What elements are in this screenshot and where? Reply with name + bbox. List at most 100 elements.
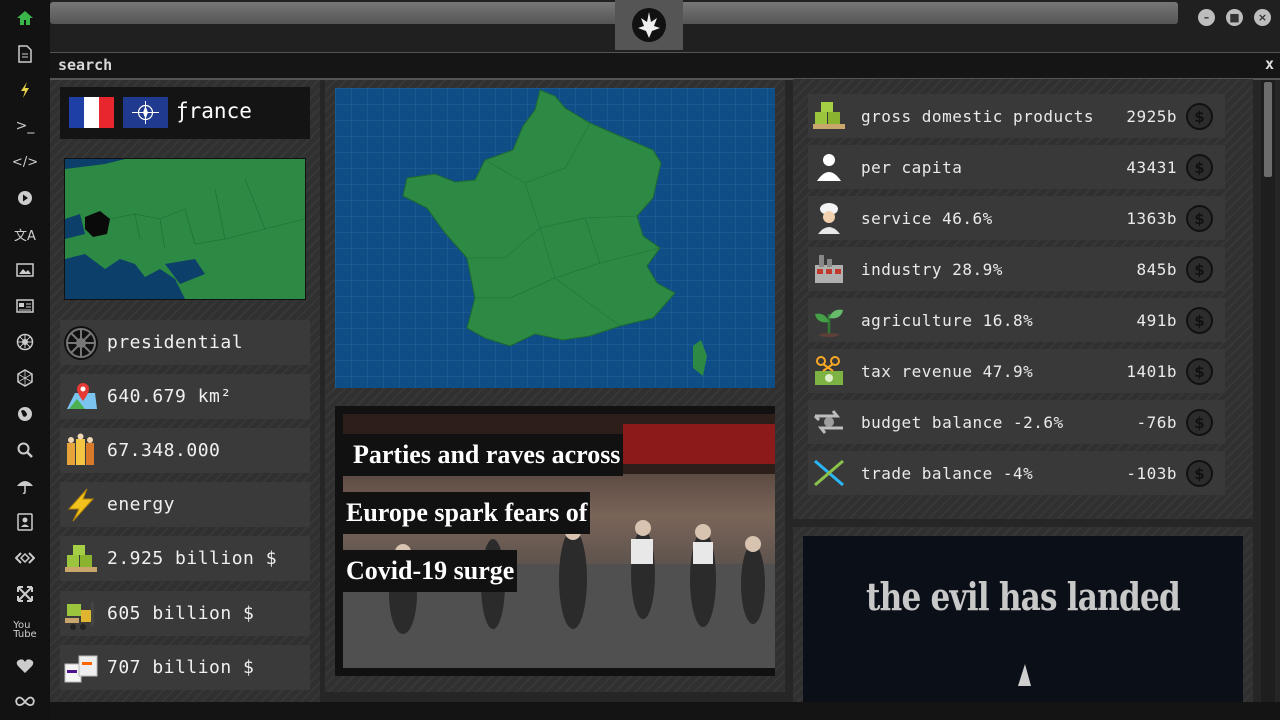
rebel-alliance-logo — [615, 0, 683, 50]
econ-label: budget balance -2.6% — [861, 413, 1064, 432]
play-icon[interactable] — [13, 186, 37, 210]
econ-label: industry 28.9% — [861, 260, 1003, 279]
econ-value: 491b — [1136, 311, 1177, 330]
econ-value: 1401b — [1126, 362, 1177, 381]
empire-icon[interactable] — [13, 330, 37, 354]
econ-value: 845b — [1136, 260, 1177, 279]
econ-label: per capita — [861, 158, 963, 177]
newspaper-icon[interactable] — [13, 294, 37, 318]
headline-line-1: Parties and raves across — [343, 434, 624, 476]
search-bar[interactable]: search x — [50, 52, 1280, 80]
map-pin-icon — [67, 383, 97, 409]
energy-stat: energy — [60, 482, 310, 527]
econ-label: agriculture 16.8% — [861, 311, 1034, 330]
news-photo: Parties and raves across Europe spark fe… — [343, 414, 775, 668]
population-icon — [67, 433, 94, 465]
economy-panel: gross domestic products 2925b $ per capi… — [793, 79, 1253, 519]
dollar-icon[interactable]: $ — [1186, 103, 1213, 130]
energy-label: energy — [107, 494, 176, 515]
econ-value: 1363b — [1126, 209, 1177, 228]
france-flag-icon — [69, 97, 114, 128]
government-type: presidential — [107, 332, 244, 353]
import-value: 707 billion $ — [107, 657, 255, 678]
maximize-button[interactable]: ■ — [1226, 9, 1243, 26]
dollar-icon[interactable]: $ — [1186, 358, 1213, 385]
econ-label: service 46.6% — [861, 209, 993, 228]
person-icon — [817, 154, 841, 181]
econ-row-gdp: gross domestic products 2925b $ — [808, 94, 1225, 138]
image-icon[interactable] — [13, 258, 37, 282]
econ-label: tax revenue 47.9% — [861, 362, 1034, 381]
econ-row-tax: tax revenue 47.9% 1401b $ — [808, 349, 1225, 393]
econ-row-trade: trade balance -4% -103b $ — [808, 451, 1225, 495]
balance-arrows-icon — [813, 410, 843, 434]
dollar-icon[interactable]: $ — [1186, 409, 1213, 436]
econ-value: 43431 — [1126, 158, 1177, 177]
scrollbar[interactable] — [1261, 80, 1275, 720]
close-button[interactable]: × — [1254, 9, 1271, 26]
econ-row-agriculture: agriculture 16.8% 491b $ — [808, 298, 1225, 342]
lightning-icon[interactable] — [13, 78, 37, 102]
search-label: search — [58, 56, 113, 74]
country-map[interactable] — [335, 88, 775, 388]
home-icon[interactable] — [13, 6, 37, 30]
econ-row-budget: budget balance -2.6% -76b $ — [808, 400, 1225, 444]
terminal-icon[interactable]: >_ — [13, 114, 37, 138]
country-header: ƒrance — [60, 87, 310, 139]
infinity-icon[interactable] — [13, 690, 37, 714]
export-stat: 605 billion $ — [60, 591, 310, 636]
europe-minimap[interactable] — [64, 158, 306, 300]
scrollbar-thumb[interactable] — [1264, 82, 1272, 177]
expand-icon[interactable] — [13, 582, 37, 606]
document-icon[interactable] — [13, 42, 37, 66]
dollar-icon[interactable]: $ — [1186, 460, 1213, 487]
hexagon-icon[interactable] — [13, 366, 37, 390]
gdp-stat: 2.925 billion $ — [60, 536, 310, 581]
status-bar — [50, 702, 1280, 720]
translate-icon[interactable]: 文A — [13, 222, 37, 246]
lightning-icon — [67, 488, 95, 522]
headline-line-3: Covid-19 surge — [343, 550, 518, 592]
minimize-button[interactable]: – — [1198, 9, 1215, 26]
dollar-icon[interactable]: $ — [1186, 256, 1213, 283]
dollar-icon[interactable]: $ — [1186, 154, 1213, 181]
econ-row-service: service 46.6% 1363b $ — [808, 196, 1225, 240]
globe-icon[interactable] — [13, 402, 37, 426]
diamond-code-icon[interactable] — [13, 546, 37, 570]
gdp-pallet-icon — [65, 545, 97, 572]
dollar-icon[interactable]: $ — [1186, 307, 1213, 334]
forklift-icon — [65, 602, 94, 630]
headline-line-2: Europe spark fears of — [343, 492, 591, 534]
econ-value: -103b — [1126, 464, 1177, 483]
population-stat: 67.348.000 — [60, 428, 310, 473]
factory-icon — [815, 255, 843, 283]
umbrella-icon[interactable] — [13, 474, 37, 498]
trade-cross-icon — [814, 459, 844, 487]
gdp-value: 2.925 billion $ — [107, 548, 278, 569]
econ-value: -76b — [1136, 413, 1177, 432]
econ-row-per-capita: per capita 43431 $ — [808, 145, 1225, 189]
promo-banner[interactable]: the evil has landed — [803, 536, 1243, 720]
heart-icon[interactable] — [13, 654, 37, 678]
population-value: 67.348.000 — [107, 440, 221, 461]
country-name: ƒrance — [176, 99, 252, 123]
plant-icon — [815, 309, 843, 337]
contact-card-icon[interactable] — [13, 510, 37, 534]
nato-flag-icon — [123, 97, 168, 128]
promo-text: the evil has landed — [866, 574, 1181, 619]
news-card[interactable]: Parties and raves across Europe spark fe… — [335, 406, 775, 676]
title-bar: – ■ × — [50, 0, 1280, 52]
imperial-emblem-icon — [64, 326, 98, 360]
code-icon[interactable]: </> — [12, 150, 38, 174]
search-icon[interactable] — [13, 438, 37, 462]
address-bar[interactable] — [50, 2, 1178, 24]
search-close-button[interactable]: x — [1265, 55, 1274, 73]
youtube-icon[interactable]: You Tube — [13, 618, 37, 642]
government-stat: presidential — [60, 320, 310, 365]
area-value: 640.679 km² — [107, 386, 232, 407]
econ-label: gross domestic products — [861, 107, 1095, 126]
ship-silhouette — [983, 664, 1063, 720]
dollar-icon[interactable]: $ — [1186, 205, 1213, 232]
econ-row-industry: industry 28.9% 845b $ — [808, 247, 1225, 291]
import-stat: 707 billion $ — [60, 645, 310, 690]
